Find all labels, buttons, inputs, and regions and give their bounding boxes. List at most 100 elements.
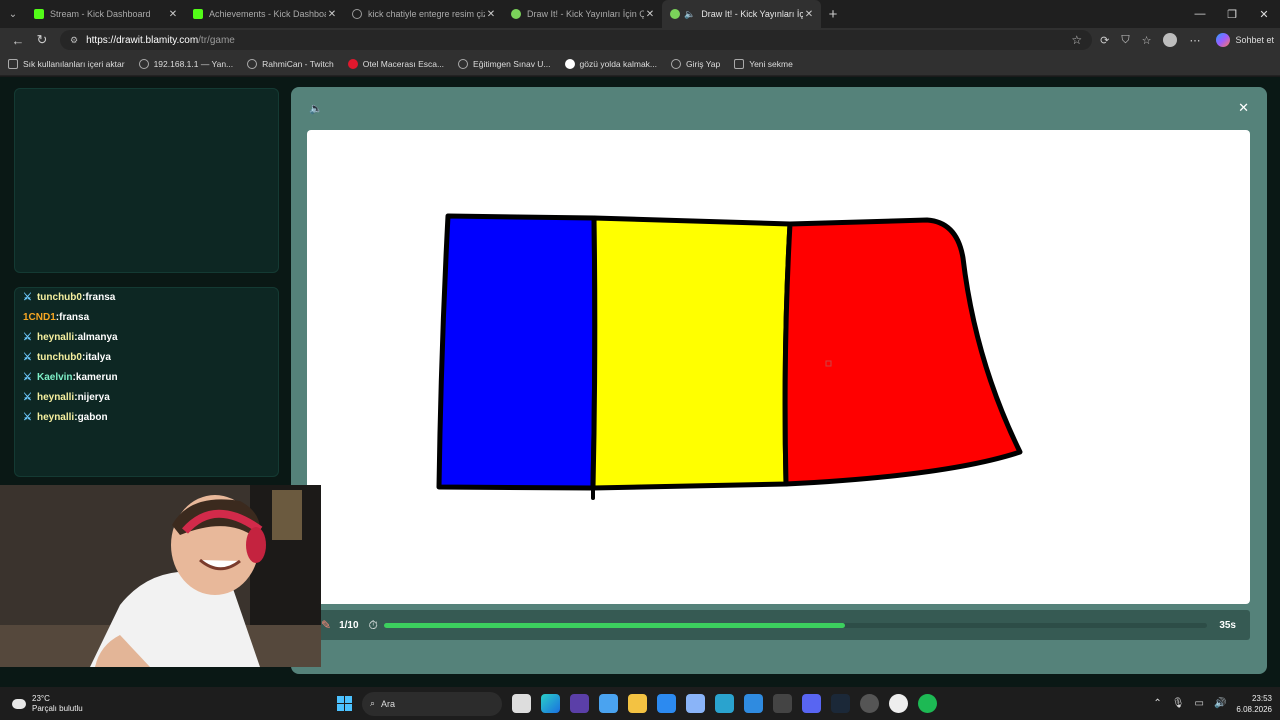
- bookmark-twitch[interactable]: RahmiCan - Twitch: [247, 58, 334, 69]
- minimize-icon[interactable]: —: [1184, 8, 1216, 21]
- tab-drawit-1[interactable]: Draw It! - Kick Yayınları İçin Çizim ✕: [503, 0, 662, 28]
- sword-badge-icon: ⚔: [23, 331, 32, 343]
- back-icon[interactable]: ←: [6, 33, 30, 48]
- bookmark-label: Otel Macerası Esca...: [362, 58, 445, 69]
- new-tab-icon: [734, 58, 745, 69]
- bookmark-label: Yeni sekme: [749, 58, 793, 69]
- taskbar-apps: ⌕ Ara: [337, 687, 937, 720]
- bookmark-google[interactable]: gözü yolda kalmak...: [564, 58, 658, 69]
- chat-message: ⚔ heynalli: gabon: [23, 411, 108, 423]
- terminal-icon[interactable]: [773, 694, 792, 713]
- visual-studio-icon[interactable]: [570, 694, 589, 713]
- bookmark-import[interactable]: Sık kullanılanları içeri aktar: [8, 58, 125, 69]
- url-field[interactable]: ⚙ https://drawit.blamity.com /tr/game ☆: [60, 30, 1093, 50]
- windows-start-icon[interactable]: [337, 696, 352, 711]
- system-tray: ⌃ 🎙 ▭ 🔊 23:53 6.08.2026: [1153, 687, 1272, 720]
- extensions-icon[interactable]: ⟳: [1100, 34, 1109, 47]
- url-host: https://drawit.blamity.com: [86, 34, 199, 46]
- task-view-icon[interactable]: [512, 694, 531, 713]
- clock[interactable]: 23:53 6.08.2026: [1236, 693, 1272, 715]
- bookmark-label: Giriş Yap: [686, 58, 721, 69]
- tab-label: Achievements - Kick Dashboard: [209, 9, 326, 19]
- tab-drawit-active[interactable]: 🔈 Draw It! - Kick Yayınları İçin Çi ✕: [662, 0, 821, 28]
- tab-label: Draw It! - Kick Yayınları İçin Çi: [701, 9, 803, 19]
- chat-user: tunchub0: [36, 291, 82, 303]
- time-left: 35s: [1219, 619, 1236, 631]
- tab-actions-menu[interactable]: ⌄: [0, 0, 26, 28]
- steam-icon[interactable]: [831, 694, 850, 713]
- reload-icon[interactable]: ↻: [30, 32, 54, 48]
- close-icon[interactable]: ✕: [1238, 100, 1249, 116]
- search-placeholder: Ara: [381, 698, 396, 709]
- chat-message: ⚔ heynalli: almanya: [23, 331, 118, 343]
- edge-icon[interactable]: [541, 694, 560, 713]
- site-info-icon[interactable]: ⚙: [70, 35, 78, 46]
- network-icon[interactable]: ▭: [1195, 698, 1204, 709]
- vscode-icon[interactable]: [744, 694, 763, 713]
- tab-search[interactable]: kick chatiyle entegre resim çizme ✕: [344, 0, 503, 28]
- microphone-icon[interactable]: 🎙: [1172, 698, 1185, 709]
- temperature: 23°C: [32, 693, 50, 703]
- chat-text: almanya: [77, 331, 118, 343]
- bookmarks-bar: Sık kullanılanları içeri aktar 192.168.1…: [0, 52, 1280, 76]
- bookmark-label: gözü yolda kalmak...: [579, 58, 658, 69]
- drawing-canvas[interactable]: [307, 130, 1250, 604]
- favorites-icon[interactable]: ☆: [1142, 34, 1152, 47]
- browser-essentials-icon[interactable]: ⛉: [1121, 34, 1129, 47]
- chat-user: heynalli: [36, 391, 75, 403]
- obs-icon[interactable]: [860, 694, 879, 713]
- copilot-button[interactable]: Sohbet et: [1216, 33, 1274, 47]
- media-app-icon[interactable]: [889, 694, 908, 713]
- chat-text: italya: [85, 351, 111, 363]
- weather-widget[interactable]: 23°C Parçalı bulutlu: [12, 694, 83, 714]
- timer-icon: ⏱: [368, 617, 378, 632]
- kick-icon: [193, 9, 203, 19]
- kick-icon: [34, 9, 44, 19]
- bookmark-new-tab[interactable]: Yeni sekme: [734, 58, 793, 69]
- chat-text: gabon: [77, 411, 108, 423]
- file-explorer-icon[interactable]: [628, 694, 647, 713]
- blue-stripe: [436, 213, 598, 491]
- discord-icon[interactable]: [802, 694, 821, 713]
- close-icon[interactable]: ✕: [167, 9, 179, 20]
- close-icon[interactable]: ✕: [485, 9, 497, 20]
- bookmark-youtube[interactable]: Otel Macerası Esca...: [347, 58, 445, 69]
- volume-icon[interactable]: 🔊: [1214, 698, 1226, 709]
- yellow-stripe: [590, 215, 793, 491]
- store-icon[interactable]: [599, 694, 618, 713]
- os-taskbar: 23°C Parçalı bulutlu ⌕ Ara ⌃ 🎙 ▭ 🔊 23:53: [0, 687, 1280, 720]
- chevron-up-icon[interactable]: ⌃: [1153, 698, 1161, 709]
- bookmark-label: Eğitimgen Sınav U...: [473, 58, 551, 69]
- tab-achievements[interactable]: Achievements - Kick Dashboard ✕: [185, 0, 344, 28]
- sound-icon[interactable]: 🔈: [309, 102, 323, 115]
- speaker-icon[interactable]: 🔈: [684, 9, 695, 20]
- import-icon: [8, 58, 18, 69]
- taskbar-search[interactable]: ⌕ Ara: [362, 691, 502, 716]
- time-progress-fill: [383, 622, 845, 628]
- restore-icon[interactable]: ❐: [1216, 8, 1248, 21]
- close-icon[interactable]: ✕: [644, 9, 656, 20]
- profile-avatar[interactable]: [1163, 33, 1178, 47]
- globe-icon: [458, 58, 469, 69]
- chat-user: Kaelvin: [36, 371, 73, 383]
- more-menu-icon[interactable]: ⋯: [1189, 34, 1200, 47]
- copilot-app-icon[interactable]: [657, 694, 676, 713]
- tab-stream[interactable]: Stream - Kick Dashboard ✕: [26, 0, 185, 28]
- new-tab-button[interactable]: +: [821, 6, 845, 23]
- chat-message: 1CND1: fransa: [23, 311, 90, 323]
- close-icon[interactable]: ✕: [326, 9, 338, 20]
- close-icon[interactable]: ✕: [803, 9, 815, 20]
- tab-label: Stream - Kick Dashboard: [50, 9, 151, 19]
- bookmark-login[interactable]: Giriş Yap: [671, 58, 721, 69]
- globe-icon: [352, 9, 362, 19]
- chat-message: ⚔ heynalli: nijerya: [23, 391, 110, 403]
- favorite-star-icon[interactable]: ☆: [1071, 33, 1082, 47]
- clock-time: 23:53: [1251, 693, 1272, 703]
- globe-icon: [138, 58, 149, 69]
- close-window-icon[interactable]: ✕: [1248, 8, 1280, 21]
- bookmark-egitimgen[interactable]: Eğitimgen Sınav U...: [458, 58, 551, 69]
- bookmark-router[interactable]: 192.168.1.1 — Yan...: [138, 58, 233, 69]
- spotify-icon[interactable]: [918, 694, 937, 713]
- network-app-icon[interactable]: [686, 694, 705, 713]
- docker-icon[interactable]: [715, 694, 734, 713]
